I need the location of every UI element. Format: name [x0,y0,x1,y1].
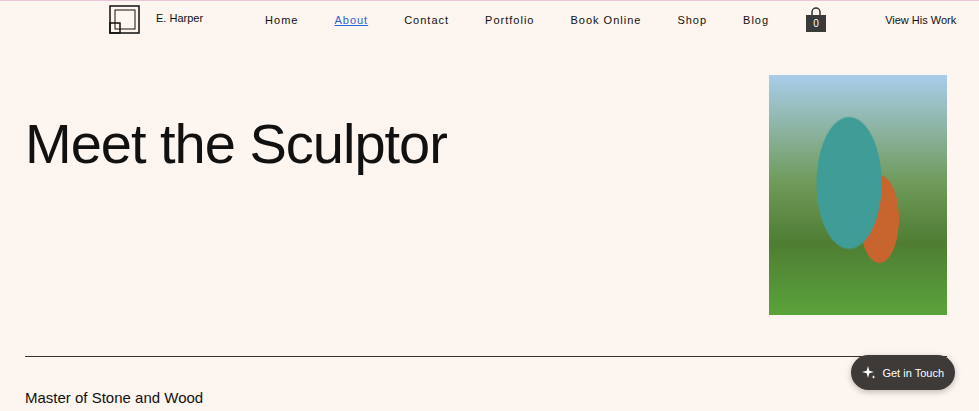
section-subtitle: Master of Stone and Wood [25,388,979,408]
nav-item[interactable]: Portfolio [485,14,534,26]
nav-item[interactable]: Blog [743,14,769,26]
view-work-link[interactable]: View His Work [885,14,956,26]
main-nav: Home About Contact Portfolio Book Online Shop… [265,14,769,26]
nav-item[interactable]: Book Online [570,14,641,26]
about-page: E. Harper Home About Contact Portfolio Book O… [0,0,979,411]
nav-item[interactable]: Contact [404,14,449,26]
logo-icon[interactable] [109,5,141,35]
sculpture-photo [769,75,947,315]
nav-item[interactable]: About [334,14,368,26]
brand-name[interactable]: E. Harper [156,12,203,24]
get-in-touch-button[interactable]: Get in Touch [851,355,955,390]
nav-item[interactable]: Home [265,14,298,26]
site-header: E. Harper Home About Contact Portfolio Book O… [0,1,979,38]
cart-button[interactable]: 0 [805,7,827,33]
cart-count: 0 [805,17,827,31]
hero-section: Meet the Sculptor [0,38,979,315]
sparkle-icon [862,366,876,380]
divider [25,356,947,357]
hero-title: Meet the Sculptor [25,113,447,175]
nav-item[interactable]: Shop [677,14,707,26]
